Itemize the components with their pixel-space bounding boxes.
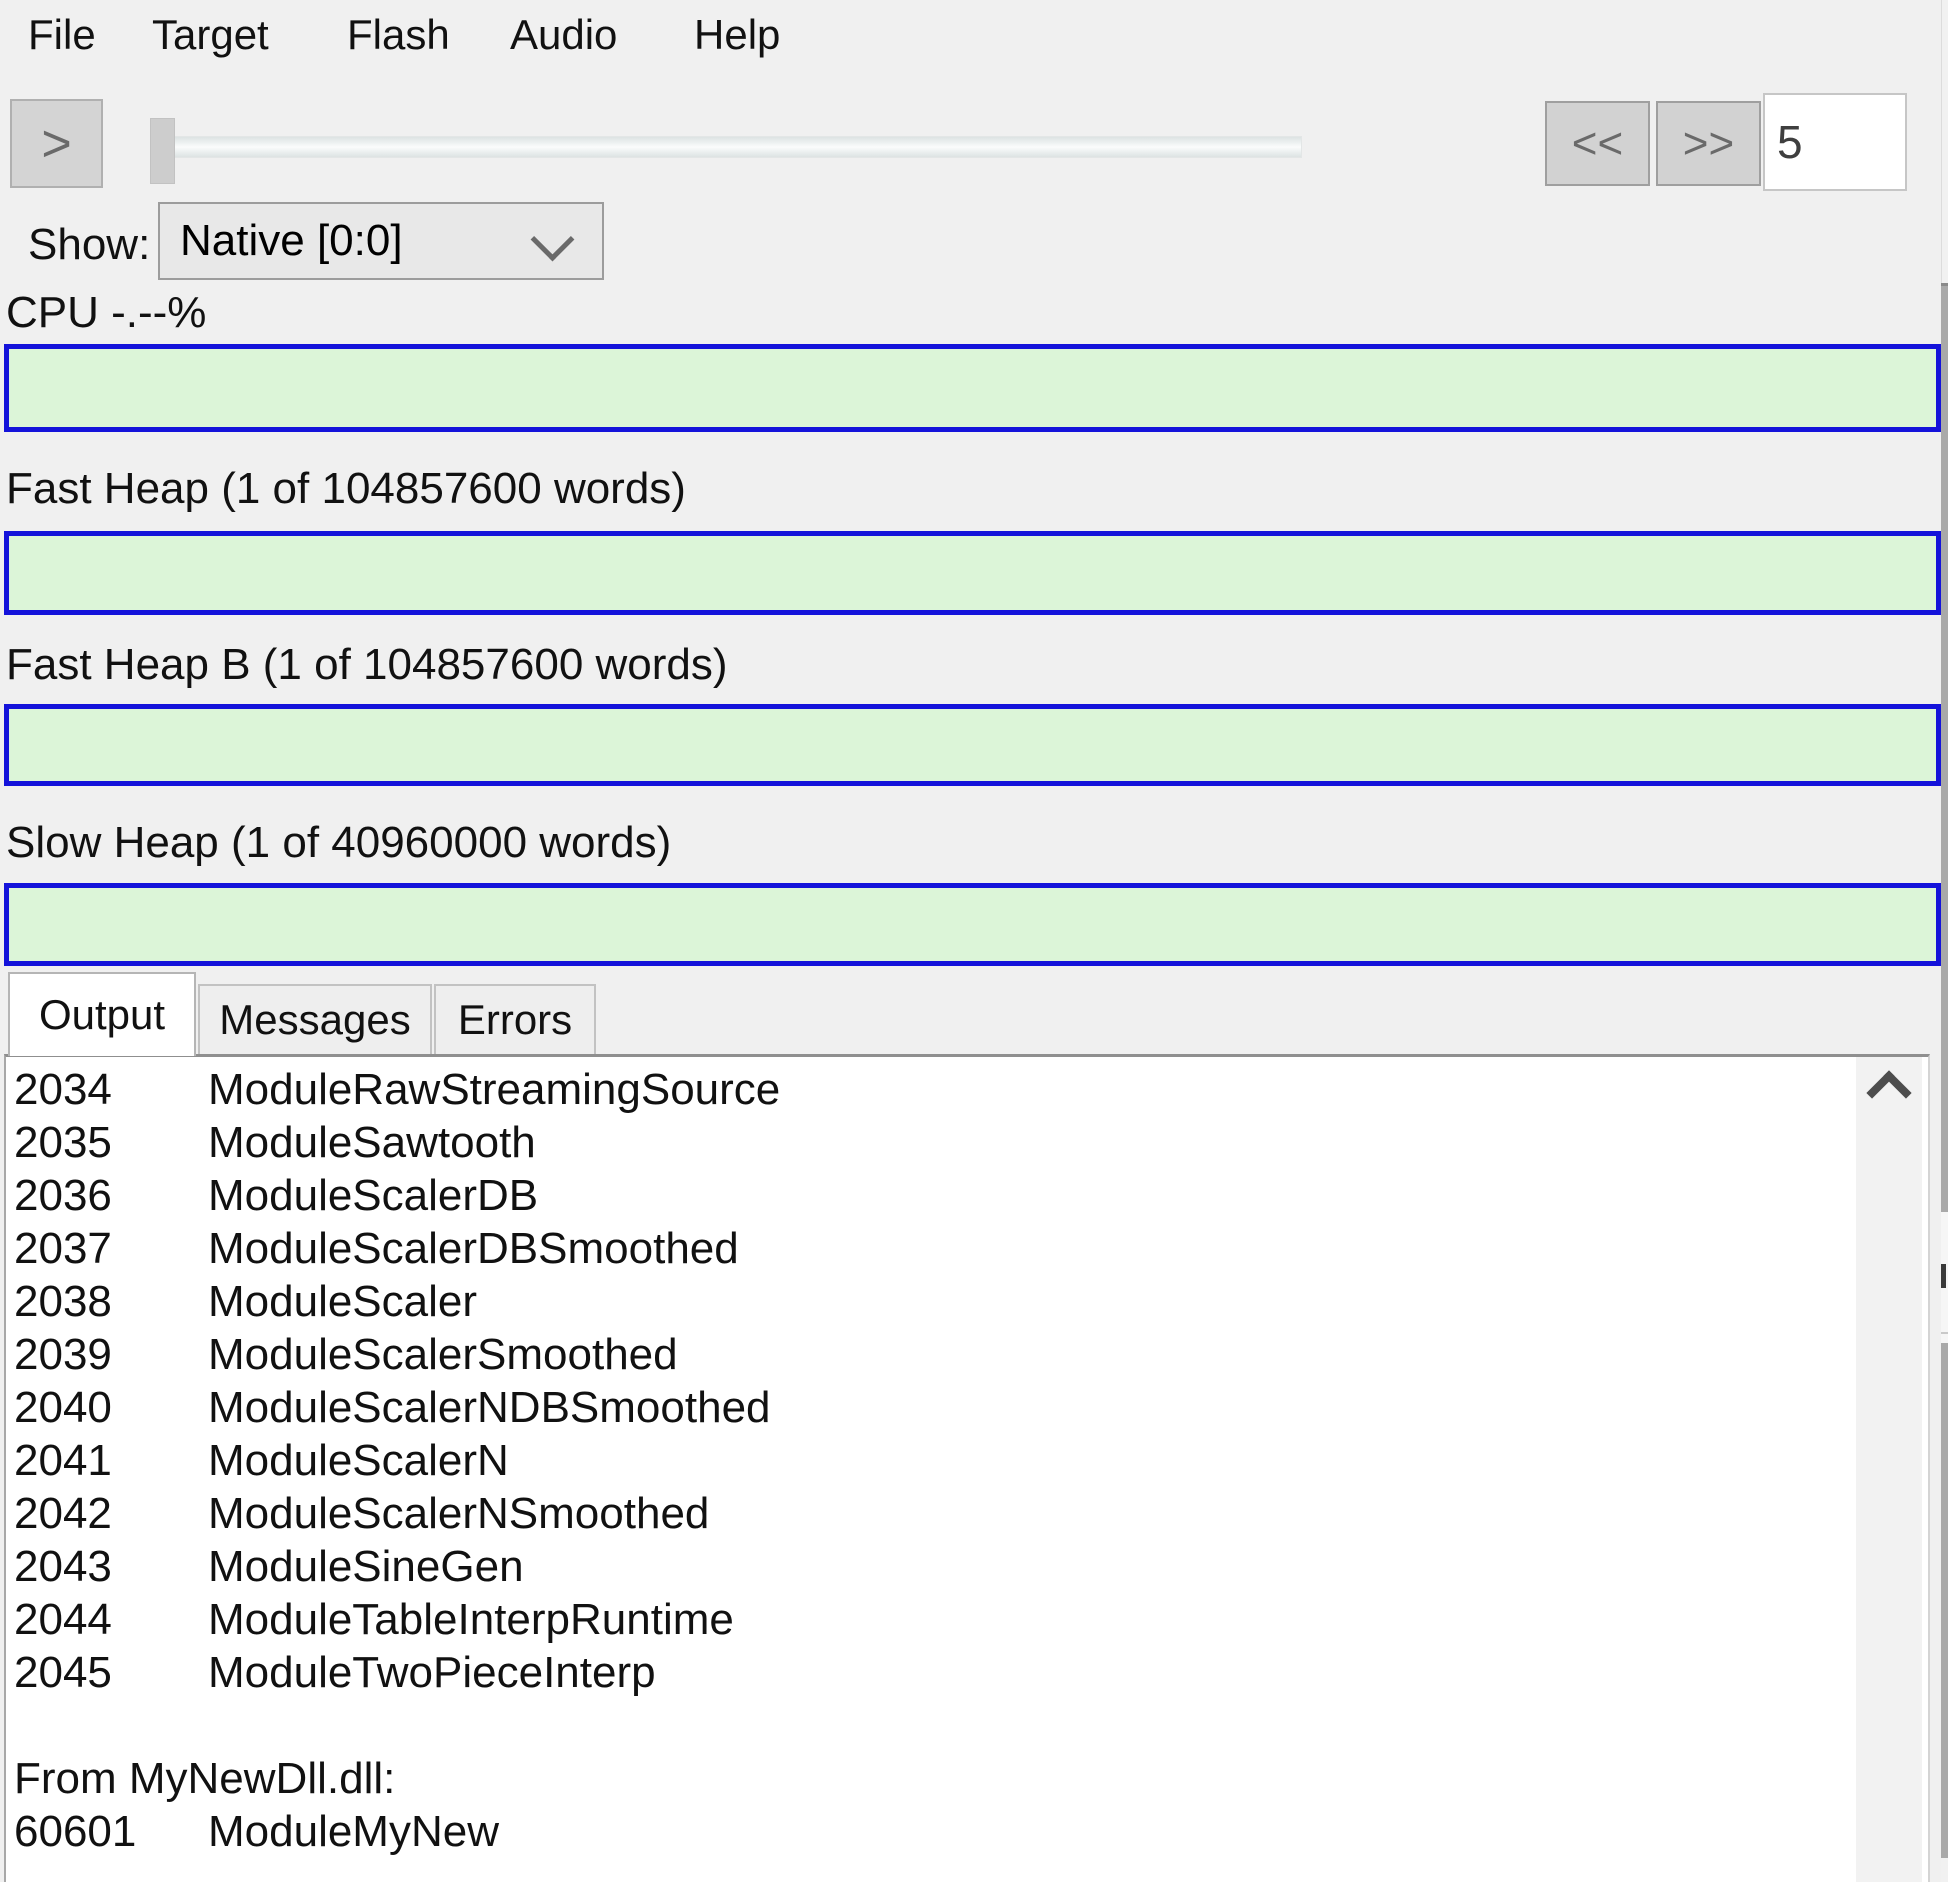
log-line-id: 2044 <box>6 1593 208 1646</box>
tab-messages[interactable]: Messages <box>198 984 432 1054</box>
log-line-name: ModuleTwoPieceInterp <box>208 1648 656 1697</box>
log-row: 2035ModuleSawtooth <box>6 1116 1852 1169</box>
log-line-name: ModuleRawStreamingSource <box>208 1065 780 1114</box>
edge-scrollbar-track-bottom <box>1941 1858 1948 1882</box>
log-line-name: ModuleScalerN <box>208 1436 509 1485</box>
log-row: 2039ModuleScalerSmoothed <box>6 1328 1852 1381</box>
log-row <box>6 1699 1852 1752</box>
log-row: 2040ModuleScalerNDBSmoothed <box>6 1381 1852 1434</box>
fast-heap-label: Fast Heap (1 of 104857600 words) <box>6 464 686 514</box>
log-line-name: ModuleSawtooth <box>208 1118 536 1167</box>
show-dropdown[interactable]: Native [0:0] <box>158 202 604 280</box>
output-log-lines: 2034ModuleRawStreamingSource2035ModuleSa… <box>6 1063 1852 1858</box>
log-row: 60601ModuleMyNew <box>6 1805 1852 1858</box>
menu-target[interactable]: Target <box>152 10 269 60</box>
fast-heap-b-label: Fast Heap B (1 of 104857600 words) <box>6 640 728 690</box>
step-back-button[interactable]: << <box>1545 101 1650 186</box>
log-line-id: 2037 <box>6 1222 208 1275</box>
menu-file[interactable]: File <box>28 10 96 60</box>
menu-flash[interactable]: Flash <box>347 10 450 60</box>
log-line-id: 2039 <box>6 1328 208 1381</box>
show-dropdown-value: Native [0:0] <box>180 216 403 266</box>
double-chevron-left-icon: << <box>1572 119 1623 169</box>
log-line-id: 2042 <box>6 1487 208 1540</box>
edge-scrollbar-track-top <box>1941 0 1948 283</box>
edge-scrollbar-thumb-lower[interactable] <box>1941 1343 1948 1858</box>
log-line-name: ModuleMyNew <box>208 1807 499 1856</box>
log-line-id: 60601 <box>6 1805 208 1858</box>
menu-audio[interactable]: Audio <box>510 10 617 60</box>
slow-heap-meter <box>4 883 1941 966</box>
log-row: 2034ModuleRawStreamingSource <box>6 1063 1852 1116</box>
slow-heap-label: Slow Heap (1 of 40960000 words) <box>6 818 671 868</box>
position-slider-thumb[interactable] <box>150 118 175 184</box>
log-line-name: ModuleScalerNSmoothed <box>208 1489 709 1538</box>
menu-help[interactable]: Help <box>694 10 780 60</box>
log-line-id: 2036 <box>6 1169 208 1222</box>
log-row: 2038ModuleScaler <box>6 1275 1852 1328</box>
output-log-panel[interactable]: 2034ModuleRawStreamingSource2035ModuleSa… <box>4 1054 1930 1882</box>
log-row: 2037ModuleScalerDBSmoothed <box>6 1222 1852 1275</box>
log-line-name: ModuleScalerNDBSmoothed <box>208 1383 771 1432</box>
cpu-meter <box>4 344 1941 432</box>
fast-heap-b-meter <box>4 704 1941 786</box>
log-line-id: 2041 <box>6 1434 208 1487</box>
cpu-label: CPU -.--% <box>6 288 206 338</box>
edge-scrollbar-divider <box>1941 1332 1948 1334</box>
log-line-id: 2045 <box>6 1646 208 1699</box>
log-line-name: ModuleScalerDB <box>208 1171 538 1220</box>
log-scrollbar[interactable] <box>1856 1057 1922 1882</box>
step-forward-button[interactable]: >> <box>1656 101 1761 186</box>
log-line-name: ModuleSineGen <box>208 1542 524 1591</box>
log-line-id: 2035 <box>6 1116 208 1169</box>
log-row: 2043ModuleSineGen <box>6 1540 1852 1593</box>
log-line-name: ModuleScalerDBSmoothed <box>208 1224 739 1273</box>
double-chevron-right-icon: >> <box>1683 119 1734 169</box>
log-row: 2042ModuleScalerNSmoothed <box>6 1487 1852 1540</box>
position-slider-track[interactable] <box>150 136 1302 158</box>
log-line-name: ModuleScalerSmoothed <box>208 1330 678 1379</box>
step-count-input[interactable] <box>1763 93 1907 191</box>
show-label: Show: <box>28 220 150 270</box>
log-row: From MyNewDll.dll: <box>6 1752 1852 1805</box>
play-button[interactable]: > <box>10 99 103 188</box>
log-line-name: ModuleScaler <box>208 1277 477 1326</box>
log-line-id: 2043 <box>6 1540 208 1593</box>
log-line-id: 2040 <box>6 1381 208 1434</box>
edge-scrollbar-thumb-upper[interactable] <box>1941 283 1948 1212</box>
log-row: 2044ModuleTableInterpRuntime <box>6 1593 1852 1646</box>
log-row: 2036ModuleScalerDB <box>6 1169 1852 1222</box>
scroll-up-icon <box>1866 1070 1911 1115</box>
log-line-id: From MyNewDll.dll: <box>6 1752 395 1805</box>
log-line-id: 2034 <box>6 1063 208 1116</box>
log-row: 2045ModuleTwoPieceInterp <box>6 1646 1852 1699</box>
log-line-name: ModuleTableInterpRuntime <box>208 1595 734 1644</box>
fast-heap-meter <box>4 531 1941 615</box>
edge-scrollbar-tick <box>1941 1264 1946 1288</box>
app-window: File Target Flash Audio Help > << >> Sho… <box>0 0 1948 1882</box>
tab-errors[interactable]: Errors <box>434 984 596 1054</box>
tab-output[interactable]: Output <box>8 972 196 1056</box>
log-row: 2041ModuleScalerN <box>6 1434 1852 1487</box>
log-line-id: 2038 <box>6 1275 208 1328</box>
chevron-down-icon <box>531 218 575 262</box>
play-icon: > <box>41 114 71 174</box>
